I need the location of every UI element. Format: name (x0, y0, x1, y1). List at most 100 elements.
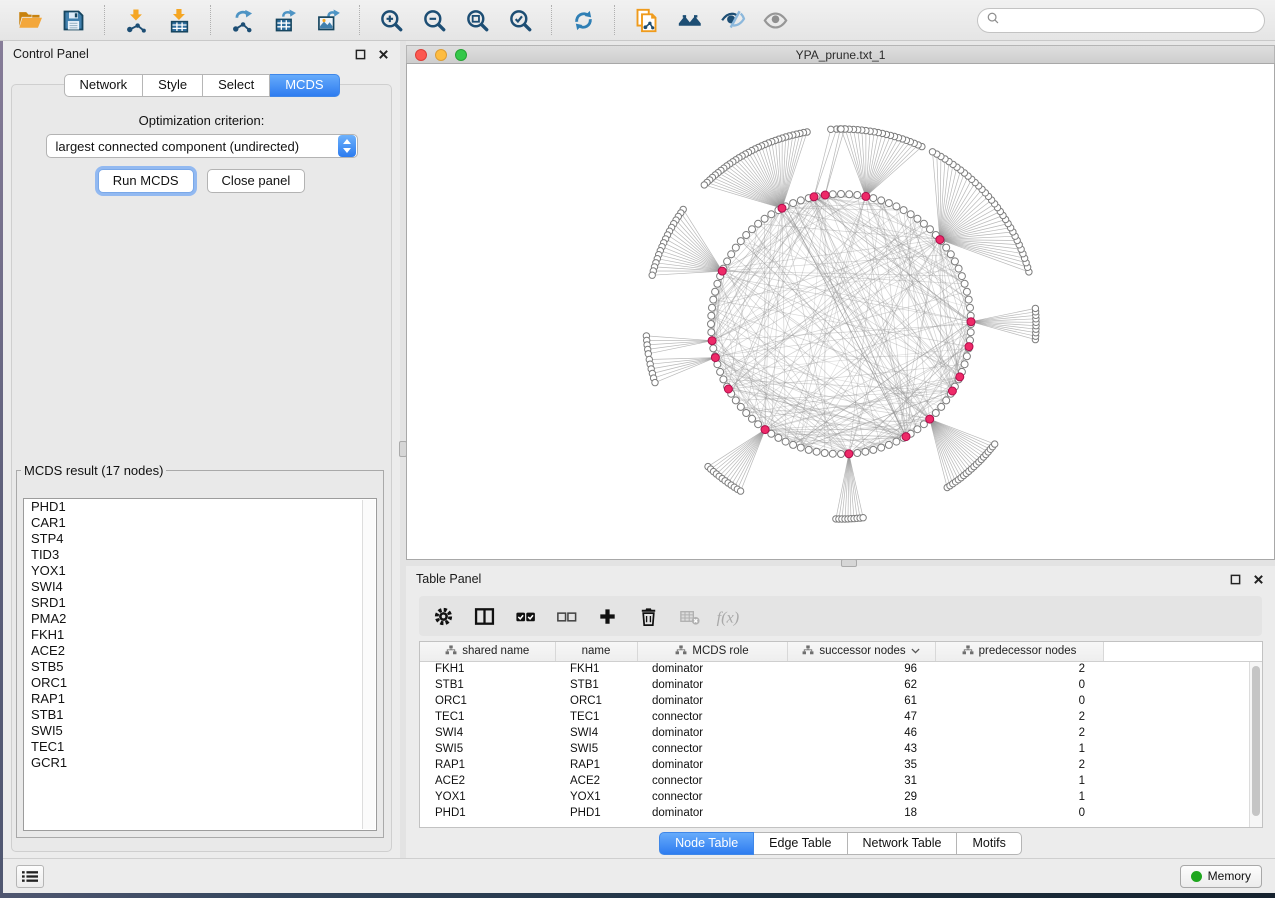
graph-node[interactable] (961, 361, 968, 368)
graph-node[interactable] (900, 207, 907, 214)
graph-node[interactable] (782, 438, 789, 445)
graph-node[interactable] (710, 296, 717, 303)
graph-node[interactable] (870, 446, 877, 453)
search-input[interactable] (1005, 13, 1256, 27)
graph-node[interactable] (870, 195, 877, 202)
mcds-graph-node[interactable] (761, 426, 769, 434)
add-column-button[interactable] (589, 600, 626, 632)
graph-node[interactable] (743, 232, 750, 239)
scrollbar-thumb[interactable] (1252, 666, 1260, 816)
mcds-result-item[interactable]: ORC1 (24, 675, 376, 691)
apply-layout-button[interactable] (563, 3, 603, 37)
graph-node[interactable] (846, 191, 853, 198)
control-panel-float-button[interactable] (353, 47, 367, 61)
graph-node[interactable] (947, 251, 954, 258)
mcds-result-item[interactable]: YOX1 (24, 563, 376, 579)
mcds-result-item[interactable]: SWI4 (24, 579, 376, 595)
zoom-in-button[interactable] (371, 3, 411, 37)
graph-node[interactable] (701, 182, 707, 188)
graph-node[interactable] (755, 421, 762, 428)
graph-node[interactable] (893, 203, 900, 210)
import-table-button[interactable] (159, 3, 199, 37)
graph-node[interactable] (963, 353, 970, 360)
mcds-result-list[interactable]: PHD1CAR1STP4TID3YOX1SWI4SRD1PMA2FKH1ACE2… (23, 498, 377, 831)
graph-node[interactable] (943, 397, 950, 404)
mcds-graph-node[interactable] (718, 267, 726, 275)
minimize-window-icon[interactable] (435, 49, 447, 61)
mcds-graph-node[interactable] (902, 433, 910, 441)
network-graph[interactable] (407, 64, 1273, 559)
graph-node[interactable] (938, 403, 945, 410)
table-row[interactable]: YOX1YOX1connector291 (420, 789, 1262, 805)
export-table-button[interactable] (265, 3, 305, 37)
graph-node[interactable] (710, 345, 717, 352)
graph-node[interactable] (920, 220, 927, 227)
graph-node[interactable] (743, 410, 750, 417)
run-mcds-button[interactable]: Run MCDS (98, 169, 194, 193)
mcds-result-item[interactable]: STB5 (24, 659, 376, 675)
graph-node[interactable] (838, 451, 845, 458)
panel-stack-menu-button[interactable] (16, 865, 44, 888)
mcds-result-item[interactable]: PHD1 (24, 499, 376, 515)
mcds-graph-node[interactable] (821, 191, 829, 199)
graph-node[interactable] (652, 379, 658, 385)
graph-node[interactable] (963, 288, 970, 295)
graph-node[interactable] (709, 304, 716, 311)
graph-node[interactable] (821, 450, 828, 457)
graph-node[interactable] (965, 296, 972, 303)
graph-node[interactable] (914, 426, 921, 433)
export-network-button[interactable] (222, 3, 262, 37)
column-header-name[interactable]: name (555, 642, 637, 661)
graph-node[interactable] (708, 312, 715, 319)
graph-node[interactable] (708, 321, 715, 328)
graph-node[interactable] (860, 515, 866, 521)
mcds-result-item[interactable]: ACE2 (24, 643, 376, 659)
graph-node[interactable] (829, 191, 836, 198)
mcds-result-item[interactable]: GCR1 (24, 755, 376, 771)
column-header-predecessor-nodes[interactable]: predecessor nodes (935, 642, 1103, 661)
mcds-result-item[interactable]: FKH1 (24, 627, 376, 643)
mcds-result-item[interactable]: STP4 (24, 531, 376, 547)
save-session-button[interactable] (53, 3, 93, 37)
graph-node[interactable] (862, 448, 869, 455)
tab-network[interactable]: Network (63, 74, 143, 97)
graph-node[interactable] (768, 211, 775, 218)
close-panel-button[interactable]: Close panel (207, 169, 306, 193)
graph-node[interactable] (813, 448, 820, 455)
table-panel-float-button[interactable] (1228, 572, 1242, 586)
graph-node[interactable] (790, 200, 797, 207)
export-image-button[interactable] (308, 3, 348, 37)
clear-selection-button[interactable] (548, 600, 585, 632)
graph-node[interactable] (649, 272, 655, 278)
maximize-window-icon[interactable] (455, 49, 467, 61)
mcds-graph-node[interactable] (948, 387, 956, 395)
graph-node[interactable] (732, 397, 739, 404)
mcds-result-item[interactable]: RAP1 (24, 691, 376, 707)
table-row[interactable]: TEC1TEC1connector472 (420, 709, 1262, 725)
select-all-button[interactable] (507, 600, 544, 632)
graph-node[interactable] (728, 251, 735, 258)
table-row[interactable]: RAP1RAP1dominator352 (420, 757, 1262, 773)
graph-node[interactable] (732, 244, 739, 251)
new-network-from-selection-button[interactable] (626, 3, 666, 37)
zoom-selected-button[interactable] (500, 3, 540, 37)
zoom-out-button[interactable] (414, 3, 454, 37)
mcds-graph-node[interactable] (926, 415, 934, 423)
graph-node[interactable] (967, 329, 974, 336)
column-header-mcds-role[interactable]: MCDS role (637, 642, 787, 661)
table-row[interactable]: ACE2ACE2connector311 (420, 773, 1262, 789)
graph-node[interactable] (797, 197, 804, 204)
mcds-graph-node[interactable] (965, 343, 973, 351)
graph-node[interactable] (955, 265, 962, 272)
graph-node[interactable] (828, 126, 834, 132)
graph-node[interactable] (717, 368, 724, 375)
graph-node[interactable] (885, 200, 892, 207)
graph-node[interactable] (720, 376, 727, 383)
split-columns-button[interactable] (466, 600, 503, 632)
graph-node[interactable] (749, 226, 756, 233)
graph-node[interactable] (714, 280, 721, 287)
table-row[interactable]: SWI4SWI4dominator462 (420, 725, 1262, 741)
mcds-graph-node[interactable] (967, 318, 975, 326)
graph-node[interactable] (907, 211, 914, 218)
graphics-details-button[interactable] (712, 3, 752, 37)
